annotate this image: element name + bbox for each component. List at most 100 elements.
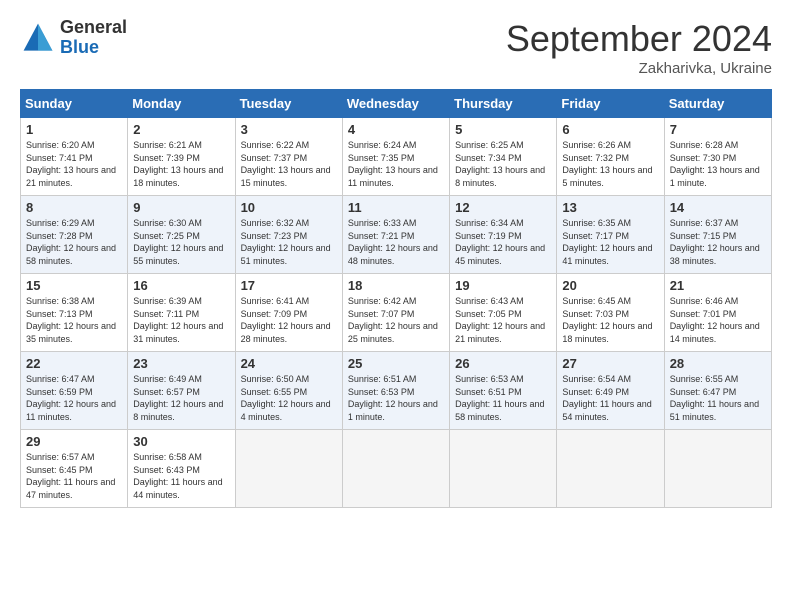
calendar-cell: 23 Sunrise: 6:49 AMSunset: 6:57 PMDayligh… <box>128 352 235 430</box>
day-info: Sunrise: 6:35 AMSunset: 7:17 PMDaylight:… <box>562 217 658 267</box>
calendar-cell: 16 Sunrise: 6:39 AMSunset: 7:11 PMDayligh… <box>128 274 235 352</box>
day-info: Sunrise: 6:30 AMSunset: 7:25 PMDaylight:… <box>133 217 229 267</box>
month-title: September 2024 <box>506 18 772 60</box>
day-number: 30 <box>133 434 229 449</box>
day-info: Sunrise: 6:45 AMSunset: 7:03 PMDaylight:… <box>562 295 658 345</box>
calendar-cell: 21Sunrise: 6:46 AMSunset: 7:01 PMDayligh… <box>664 274 771 352</box>
calendar-cell: 10 Sunrise: 6:32 AMSunset: 7:23 PMDayligh… <box>235 196 342 274</box>
day-number: 27 <box>562 356 658 371</box>
calendar-cell: 5 Sunrise: 6:25 AMSunset: 7:34 PMDaylight… <box>450 118 557 196</box>
day-number: 10 <box>241 200 337 215</box>
day-info: Sunrise: 6:47 AMSunset: 6:59 PMDaylight:… <box>26 373 122 423</box>
calendar-cell: 12Sunrise: 6:34 AMSunset: 7:19 PMDayligh… <box>450 196 557 274</box>
day-info: Sunrise: 6:28 AMSunset: 7:30 PMDaylight:… <box>670 139 766 189</box>
calendar-cell: 11 Sunrise: 6:33 AMSunset: 7:21 PMDayligh… <box>342 196 449 274</box>
calendar-cell <box>557 430 664 508</box>
day-info: Sunrise: 6:57 AMSunset: 6:45 PMDaylight:… <box>26 451 122 501</box>
day-number: 26 <box>455 356 551 371</box>
day-number: 28 <box>670 356 766 371</box>
calendar-cell: 18Sunrise: 6:42 AMSunset: 7:07 PMDayligh… <box>342 274 449 352</box>
logo-general-text: General <box>60 18 127 38</box>
calendar-cell <box>235 430 342 508</box>
calendar-cell: 19 Sunrise: 6:43 AMSunset: 7:05 PMDayligh… <box>450 274 557 352</box>
weekday-header-thursday: Thursday <box>450 90 557 118</box>
calendar-page: General Blue September 2024 Zakharivka, … <box>0 0 792 518</box>
day-info: Sunrise: 6:33 AMSunset: 7:21 PMDaylight:… <box>348 217 444 267</box>
day-info: Sunrise: 6:26 AMSunset: 7:32 PMDaylight:… <box>562 139 658 189</box>
day-info: Sunrise: 6:54 AMSunset: 6:49 PMDaylight:… <box>562 373 658 423</box>
day-number: 25 <box>348 356 444 371</box>
weekday-header-wednesday: Wednesday <box>342 90 449 118</box>
day-number: 13 <box>562 200 658 215</box>
logo-text: General Blue <box>60 18 127 58</box>
calendar-cell: 25 Sunrise: 6:51 AMSunset: 6:53 PMDayligh… <box>342 352 449 430</box>
calendar-cell: 13 Sunrise: 6:35 AMSunset: 7:17 PMDayligh… <box>557 196 664 274</box>
calendar-cell: 3 Sunrise: 6:22 AMSunset: 7:37 PMDaylight… <box>235 118 342 196</box>
day-number: 14 <box>670 200 766 215</box>
day-info: Sunrise: 6:38 AMSunset: 7:13 PMDaylight:… <box>26 295 122 345</box>
weekday-header-saturday: Saturday <box>664 90 771 118</box>
calendar-cell: 29 Sunrise: 6:57 AMSunset: 6:45 PMDayligh… <box>21 430 128 508</box>
calendar-cell: 26Sunrise: 6:53 AMSunset: 6:51 PMDayligh… <box>450 352 557 430</box>
day-number: 5 <box>455 122 551 137</box>
day-info: Sunrise: 6:25 AMSunset: 7:34 PMDaylight:… <box>455 139 551 189</box>
day-number: 11 <box>348 200 444 215</box>
title-section: September 2024 Zakharivka, Ukraine <box>506 18 772 77</box>
calendar-cell: 20 Sunrise: 6:45 AMSunset: 7:03 PMDayligh… <box>557 274 664 352</box>
calendar-cell: 24Sunrise: 6:50 AMSunset: 6:55 PMDayligh… <box>235 352 342 430</box>
calendar-cell: 8 Sunrise: 6:29 AMSunset: 7:28 PMDaylight… <box>21 196 128 274</box>
calendar-cell: 1Sunrise: 6:20 AMSunset: 7:41 PMDaylight… <box>21 118 128 196</box>
day-number: 3 <box>241 122 337 137</box>
calendar-week-row: 15 Sunrise: 6:38 AMSunset: 7:13 PMDayligh… <box>21 274 772 352</box>
calendar-table: SundayMondayTuesdayWednesdayThursdayFrid… <box>20 89 772 508</box>
day-info: Sunrise: 6:37 AMSunset: 7:15 PMDaylight:… <box>670 217 766 267</box>
day-info: Sunrise: 6:39 AMSunset: 7:11 PMDaylight:… <box>133 295 229 345</box>
day-info: Sunrise: 6:24 AMSunset: 7:35 PMDaylight:… <box>348 139 444 189</box>
day-number: 23 <box>133 356 229 371</box>
day-number: 6 <box>562 122 658 137</box>
day-number: 16 <box>133 278 229 293</box>
day-number: 7 <box>670 122 766 137</box>
day-number: 8 <box>26 200 122 215</box>
calendar-cell <box>450 430 557 508</box>
calendar-week-row: 22 Sunrise: 6:47 AMSunset: 6:59 PMDayligh… <box>21 352 772 430</box>
location: Zakharivka, Ukraine <box>506 60 772 77</box>
calendar-cell: 6 Sunrise: 6:26 AMSunset: 7:32 PMDaylight… <box>557 118 664 196</box>
day-info: Sunrise: 6:55 AMSunset: 6:47 PMDaylight:… <box>670 373 766 423</box>
day-number: 22 <box>26 356 122 371</box>
day-info: Sunrise: 6:58 AMSunset: 6:43 PMDaylight:… <box>133 451 229 501</box>
weekday-header-sunday: Sunday <box>21 90 128 118</box>
calendar-cell <box>342 430 449 508</box>
day-number: 1 <box>26 122 122 137</box>
day-number: 18 <box>348 278 444 293</box>
day-number: 2 <box>133 122 229 137</box>
calendar-cell: 17Sunrise: 6:41 AMSunset: 7:09 PMDayligh… <box>235 274 342 352</box>
calendar-cell: 30 Sunrise: 6:58 AMSunset: 6:43 PMDayligh… <box>128 430 235 508</box>
weekday-header-row: SundayMondayTuesdayWednesdayThursdayFrid… <box>21 90 772 118</box>
day-number: 15 <box>26 278 122 293</box>
calendar-week-row: 29 Sunrise: 6:57 AMSunset: 6:45 PMDayligh… <box>21 430 772 508</box>
header: General Blue September 2024 Zakharivka, … <box>20 18 772 77</box>
logo-blue-text: Blue <box>60 38 127 58</box>
day-number: 20 <box>562 278 658 293</box>
day-number: 29 <box>26 434 122 449</box>
day-number: 4 <box>348 122 444 137</box>
day-number: 12 <box>455 200 551 215</box>
calendar-cell: 4 Sunrise: 6:24 AMSunset: 7:35 PMDaylight… <box>342 118 449 196</box>
day-number: 19 <box>455 278 551 293</box>
day-info: Sunrise: 6:51 AMSunset: 6:53 PMDaylight:… <box>348 373 444 423</box>
day-info: Sunrise: 6:29 AMSunset: 7:28 PMDaylight:… <box>26 217 122 267</box>
calendar-cell: 27 Sunrise: 6:54 AMSunset: 6:49 PMDayligh… <box>557 352 664 430</box>
weekday-header-friday: Friday <box>557 90 664 118</box>
calendar-cell: 22 Sunrise: 6:47 AMSunset: 6:59 PMDayligh… <box>21 352 128 430</box>
calendar-cell: 15 Sunrise: 6:38 AMSunset: 7:13 PMDayligh… <box>21 274 128 352</box>
day-info: Sunrise: 6:32 AMSunset: 7:23 PMDaylight:… <box>241 217 337 267</box>
calendar-cell <box>664 430 771 508</box>
day-info: Sunrise: 6:43 AMSunset: 7:05 PMDaylight:… <box>455 295 551 345</box>
calendar-cell: 9Sunrise: 6:30 AMSunset: 7:25 PMDaylight… <box>128 196 235 274</box>
day-info: Sunrise: 6:46 AMSunset: 7:01 PMDaylight:… <box>670 295 766 345</box>
day-number: 24 <box>241 356 337 371</box>
calendar-week-row: 8 Sunrise: 6:29 AMSunset: 7:28 PMDaylight… <box>21 196 772 274</box>
day-info: Sunrise: 6:49 AMSunset: 6:57 PMDaylight:… <box>133 373 229 423</box>
day-info: Sunrise: 6:22 AMSunset: 7:37 PMDaylight:… <box>241 139 337 189</box>
